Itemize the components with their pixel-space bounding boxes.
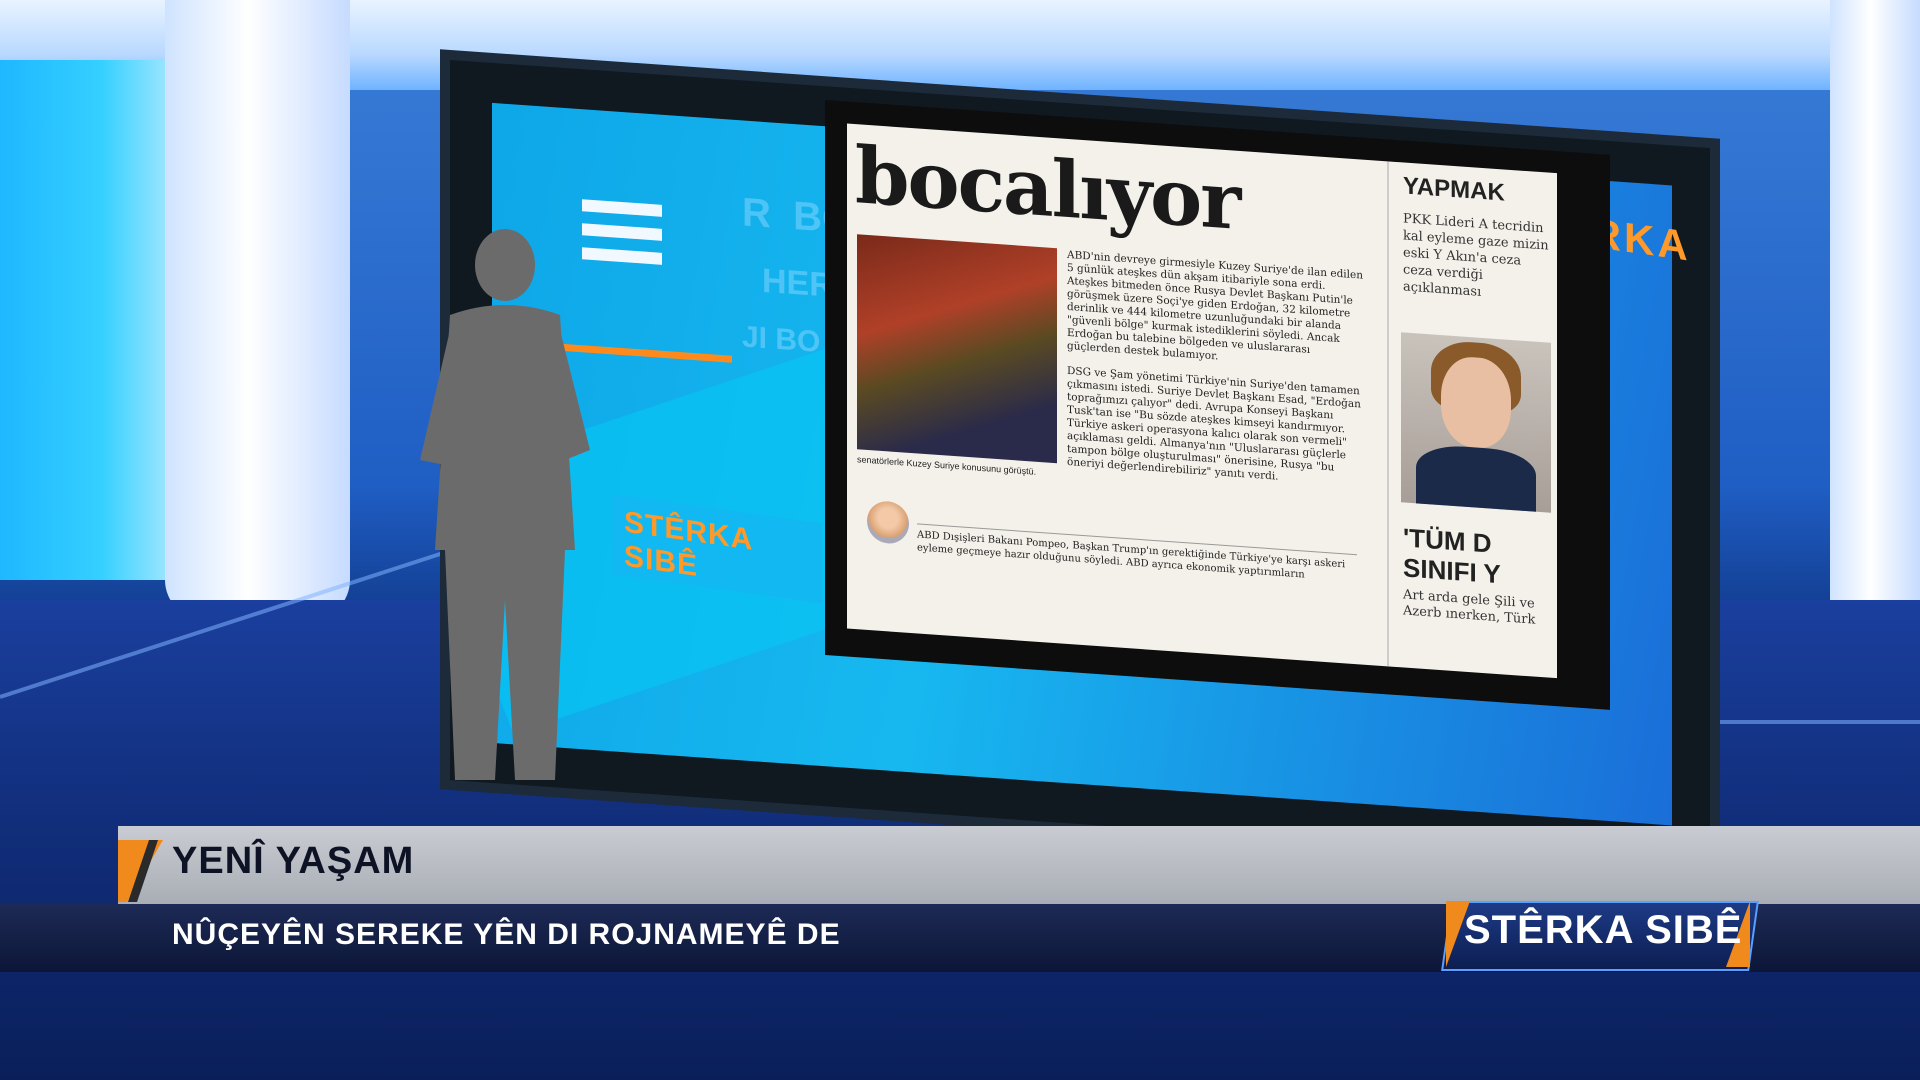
newspaper-right-column: YAPMAK PKK Lideri A tecridin kal eyleme … — [1387, 161, 1557, 679]
wall-faded-text: HER — [762, 261, 834, 305]
portrait-face — [1441, 355, 1511, 450]
side-light-panel — [0, 60, 170, 580]
right-column-title: YAPMAK — [1403, 172, 1505, 207]
program-logo-text: STÊRKA SIBÊ — [1464, 908, 1743, 952]
lower-third-title: YENÎ YAŞAM — [172, 840, 415, 882]
newspaper-page: bocalıyor senatörlerle Kuzey Suriye konu… — [847, 123, 1557, 679]
presenter-silhouette — [405, 220, 605, 790]
presenter-figure — [420, 229, 590, 780]
article-paragraph: DSG ve Şam yönetimi Türkiye'nin Suriye'd… — [1067, 364, 1361, 483]
newspaper-headline: bocalıyor — [855, 130, 1240, 248]
wall-faded-text: JI BO — [742, 320, 821, 359]
newspaper-footer-text: ABD Dışişleri Bakanı Pompeo, Başkan Trum… — [917, 523, 1357, 586]
newspaper-frame: bocalıyor senatörlerle Kuzey Suriye konu… — [825, 100, 1610, 710]
right-column-text: PKK Lideri A tecridin kal eyleme gaze mi… — [1403, 211, 1549, 300]
article-paragraph: ABD'nin devreye girmesiyle Kuzey Suriye'… — [1067, 248, 1363, 363]
right-column-text-2: Art arda gele Şili ve Azerb ınerken, Tür… — [1403, 587, 1536, 628]
studio-pillar-left — [165, 0, 350, 620]
small-portrait-photo — [867, 499, 909, 545]
portrait-body — [1416, 443, 1536, 512]
newspaper-article: ABD'nin devreye girmesiyle Kuzey Suriye'… — [1067, 249, 1367, 502]
right-column-headline: 'TÜM D SINIFI Y — [1403, 522, 1501, 589]
right-column-portrait — [1401, 332, 1551, 513]
lower-third-subtitle: NÛÇEYÊN SEREKE YÊN DI ROJNAMEYÊ DE — [172, 918, 841, 951]
newspaper-photo — [857, 234, 1057, 464]
right-column-headline-line: SINIFI Y — [1403, 552, 1501, 590]
